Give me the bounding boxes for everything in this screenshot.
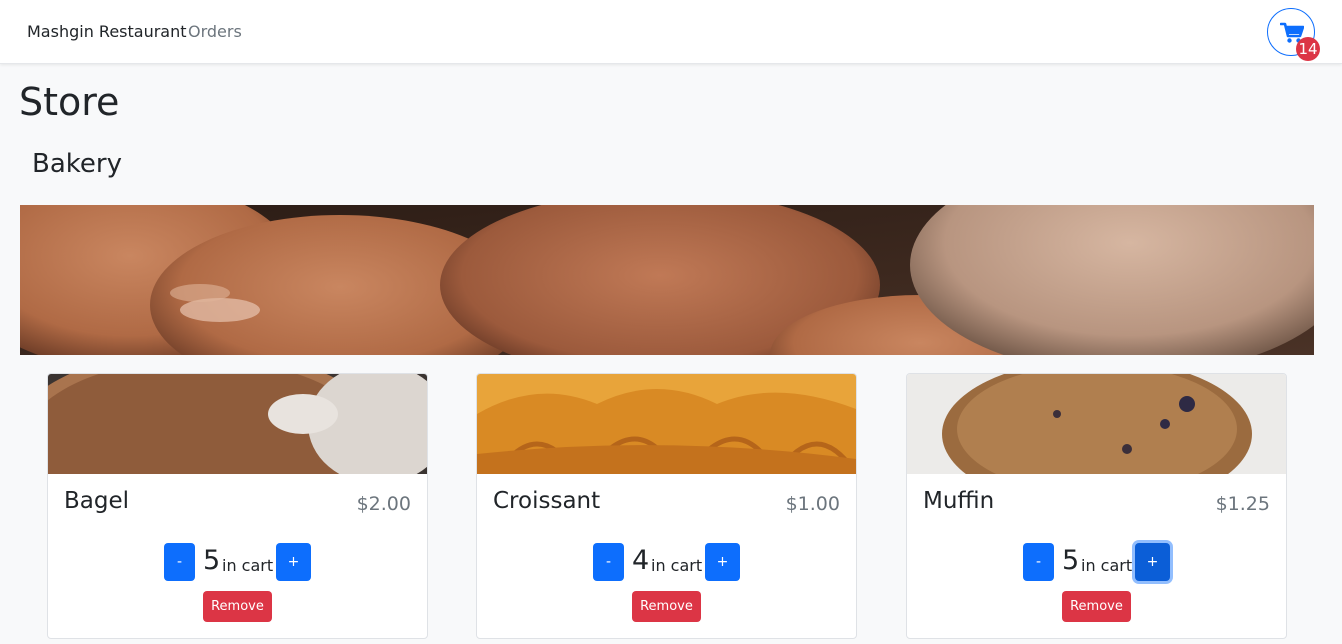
croissant-image	[477, 374, 856, 474]
increment-button[interactable]: +	[1135, 543, 1170, 581]
muffin-image	[907, 374, 1286, 474]
brand-link[interactable]: Mashgin Restaurant	[27, 22, 187, 41]
quantity-stepper: - 5 in cart +	[907, 543, 1286, 581]
in-cart-label: in cart	[1081, 556, 1133, 575]
quantity-stepper: - 5 in cart +	[48, 543, 427, 581]
nav-link-orders[interactable]: Orders	[188, 22, 242, 41]
product-price: $1.00	[785, 493, 840, 515]
decrement-button[interactable]: -	[593, 543, 624, 581]
navbar: Mashgin Restaurant Orders 14	[0, 0, 1342, 64]
increment-button[interactable]: +	[705, 543, 740, 581]
decrement-button[interactable]: -	[1023, 543, 1054, 581]
section-title: Bakery	[32, 149, 122, 179]
remove-button[interactable]: Remove	[203, 591, 272, 622]
cart-quantity: 4	[632, 545, 650, 576]
product-card-bagel: Bagel $2.00 - 5 in cart + Remove	[47, 373, 428, 639]
remove-button[interactable]: Remove	[1062, 591, 1131, 622]
bakery-banner-image	[20, 205, 1314, 355]
bagel-image	[48, 374, 427, 474]
cart-quantity: 5	[1062, 545, 1080, 576]
product-name: Croissant	[493, 488, 601, 514]
product-name: Muffin	[923, 488, 995, 514]
decrement-button[interactable]: -	[164, 543, 195, 581]
remove-button[interactable]: Remove	[632, 591, 701, 622]
in-cart-label: in cart	[651, 556, 703, 575]
in-cart-label: in cart	[222, 556, 274, 575]
product-card-muffin: Muffin $1.25 - 5 in cart + Remove	[906, 373, 1287, 639]
quantity-stepper: - 4 in cart +	[477, 543, 856, 581]
product-name: Bagel	[64, 488, 130, 514]
product-price: $2.00	[356, 493, 411, 515]
page-title: Store	[19, 80, 120, 124]
product-price: $1.25	[1215, 493, 1270, 515]
increment-button[interactable]: +	[276, 543, 311, 581]
product-card-croissant: Croissant $1.00 - 4 in cart + Remove	[476, 373, 857, 639]
cart-count-badge: 14	[1296, 37, 1320, 61]
cart-quantity: 5	[203, 545, 221, 576]
